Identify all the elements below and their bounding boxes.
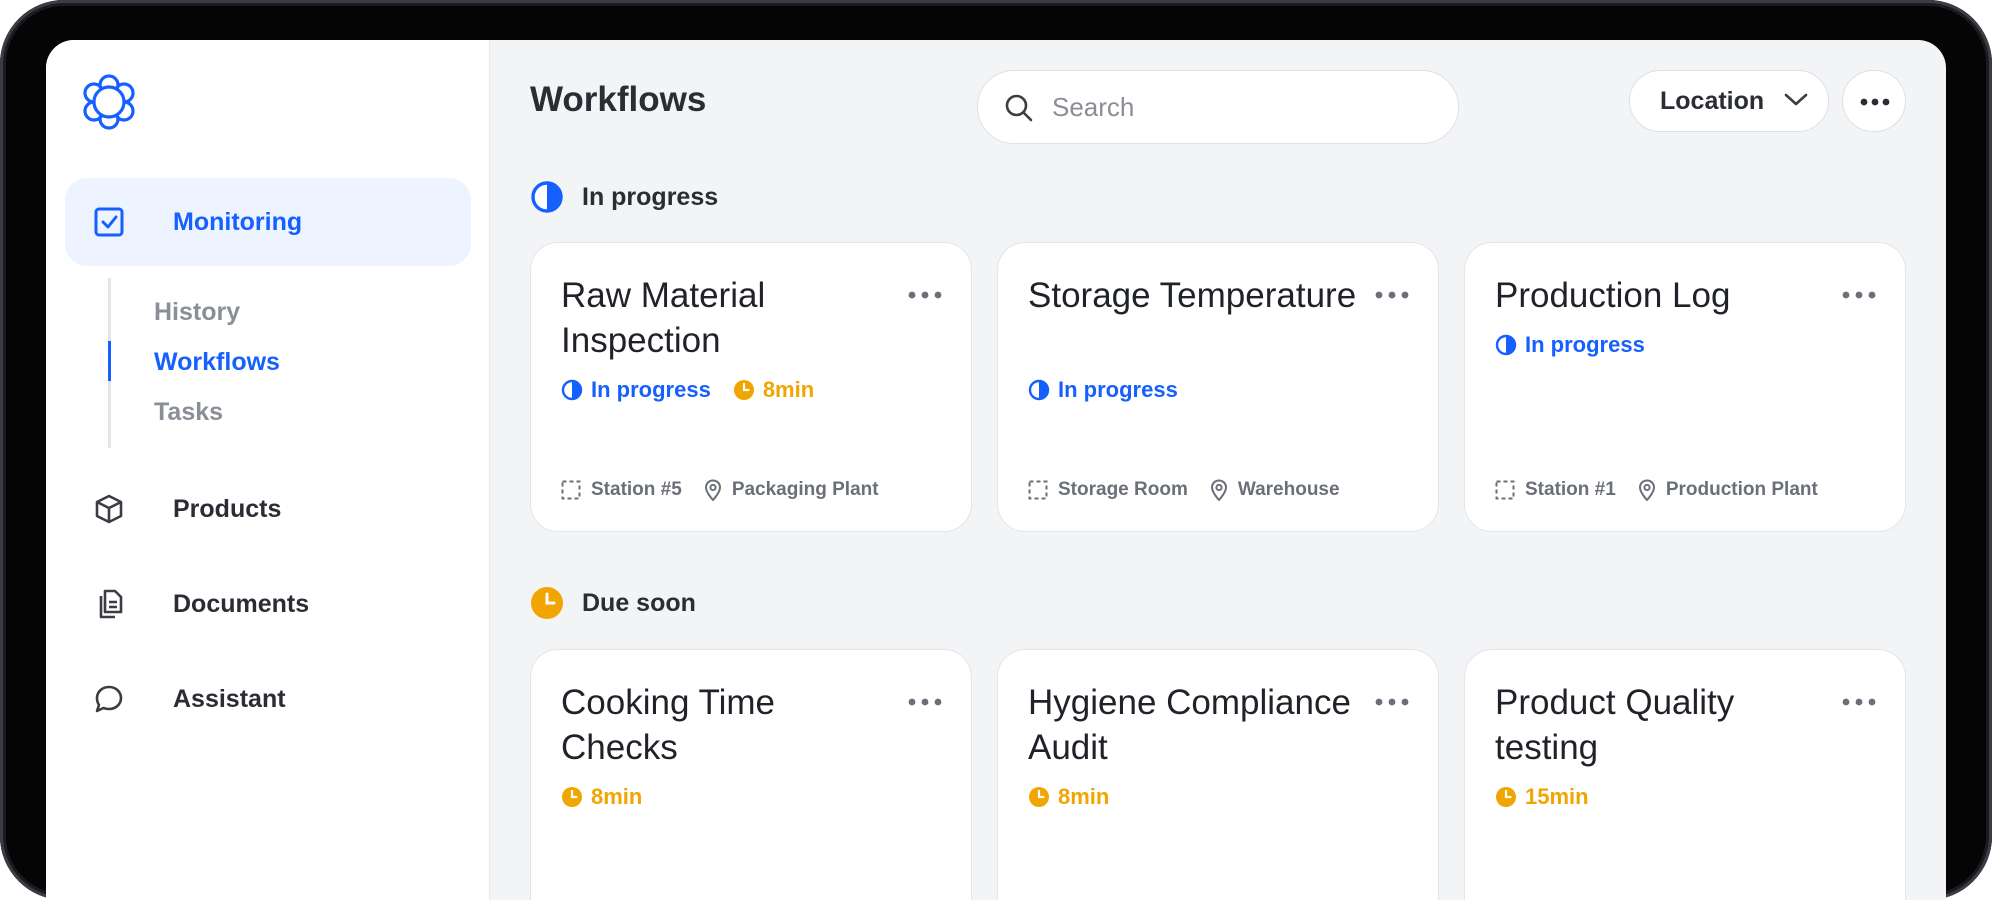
- card-badges: 15min: [1495, 784, 1611, 810]
- map-pin-icon: [1638, 479, 1655, 501]
- card-more-icon[interactable]: [907, 288, 943, 302]
- card-badges: 8min: [561, 784, 664, 810]
- main-content: Workflows Location: [490, 40, 1946, 900]
- location-tag: Packaging Plant: [704, 479, 879, 501]
- cube-icon: [95, 494, 123, 524]
- card-meta: Storage Room Warehouse: [1028, 479, 1362, 501]
- map-pin-icon: [1210, 479, 1227, 501]
- dashed-square-icon: [1495, 480, 1515, 500]
- clock-icon: [1496, 787, 1516, 807]
- status-badge: In progress: [1028, 377, 1178, 403]
- half-circle-progress-icon: [1495, 334, 1517, 356]
- card-title: Hygiene Compliance Audit: [1028, 683, 1351, 767]
- dashed-square-icon: [561, 480, 581, 500]
- search-box[interactable]: [977, 70, 1459, 144]
- card-badges: 8min: [1028, 784, 1131, 810]
- duration-badge: 8min: [561, 784, 642, 810]
- subnav-item-history[interactable]: History: [154, 298, 240, 327]
- card-more-icon[interactable]: [1374, 695, 1410, 709]
- page-title: Workflows: [530, 80, 707, 119]
- subnav-active-indicator: [108, 341, 111, 381]
- card-more-icon[interactable]: [1374, 288, 1410, 302]
- card-more-icon[interactable]: [1841, 288, 1877, 302]
- workflow-card[interactable]: Storage Temperature In progress Storage …: [997, 242, 1439, 532]
- location-tag: Warehouse: [1210, 479, 1340, 501]
- status-badge: In progress: [561, 377, 711, 403]
- sidebar-item-label: Assistant: [173, 684, 286, 713]
- half-circle-progress-icon: [561, 379, 583, 401]
- sidebar-item-label: Products: [173, 494, 282, 523]
- station-tag: Station #1: [1495, 479, 1616, 501]
- card-badges: In progress: [1495, 332, 1667, 358]
- half-circle-progress-icon: [531, 181, 563, 213]
- card-more-icon[interactable]: [1841, 695, 1877, 709]
- status-badge: In progress: [1495, 332, 1645, 358]
- search-icon: [1005, 94, 1033, 122]
- clock-icon: [733, 380, 754, 400]
- card-title: Production Log: [1495, 276, 1731, 315]
- sidebar-item-documents[interactable]: Documents: [65, 574, 471, 634]
- search-input[interactable]: [1052, 85, 1432, 129]
- workflow-card[interactable]: Cooking Time Checks 8min: [530, 649, 972, 900]
- more-options-button[interactable]: [1842, 70, 1906, 132]
- app-logo-icon[interactable]: [80, 73, 138, 131]
- dashed-square-icon: [1028, 480, 1048, 500]
- section-title: In progress: [582, 182, 719, 211]
- duration-badge: 8min: [1028, 784, 1109, 810]
- card-title: Raw Material Inspection: [561, 276, 766, 360]
- card-badges: In progress 8min: [561, 377, 836, 403]
- app-screen: Monitoring History Workflows Tasks Produ…: [46, 40, 1946, 900]
- sidebar-item-label: Documents: [173, 589, 310, 618]
- station-tag: Storage Room: [1028, 479, 1188, 501]
- duration-badge: 15min: [1495, 784, 1589, 810]
- monitoring-subnav: History Workflows Tasks: [108, 278, 448, 448]
- section-in-progress-header: In progress: [530, 180, 718, 214]
- sidebar-item-monitoring[interactable]: Monitoring: [65, 178, 471, 266]
- workflow-card[interactable]: Raw Material Inspection In progress 8min…: [530, 242, 972, 532]
- location-dropdown[interactable]: Location: [1629, 70, 1829, 132]
- subnav-item-workflows[interactable]: Workflows: [154, 348, 280, 377]
- more-horizontal-icon: [1860, 98, 1890, 106]
- station-tag: Station #5: [561, 479, 682, 501]
- section-due-soon-header: Due soon: [530, 586, 696, 620]
- card-meta: Station #5 Packaging Plant: [561, 479, 901, 501]
- workflow-card[interactable]: Hygiene Compliance Audit 8min: [997, 649, 1439, 900]
- sidebar-item-products[interactable]: Products: [65, 479, 471, 539]
- sidebar: Monitoring History Workflows Tasks Produ…: [46, 40, 490, 900]
- location-tag: Production Plant: [1638, 479, 1818, 501]
- location-dropdown-label: Location: [1660, 86, 1765, 115]
- card-title: Storage Temperature: [1028, 276, 1357, 315]
- device-frame: Monitoring History Workflows Tasks Produ…: [0, 0, 1992, 900]
- map-pin-icon: [704, 479, 721, 501]
- card-more-icon[interactable]: [907, 695, 943, 709]
- card-meta: Station #1 Production Plant: [1495, 479, 1840, 501]
- clock-icon: [531, 587, 563, 619]
- clock-icon: [562, 787, 582, 807]
- clock-icon: [1029, 787, 1049, 807]
- chat-bubble-icon: [95, 685, 123, 713]
- subnav-item-tasks[interactable]: Tasks: [154, 398, 223, 427]
- duration-badge: 8min: [733, 377, 814, 403]
- workflow-card[interactable]: Product Quality testing 15min: [1464, 649, 1906, 900]
- chevron-down-icon: [1784, 93, 1808, 106]
- card-title: Product Quality testing: [1495, 683, 1735, 767]
- half-circle-progress-icon: [1028, 379, 1050, 401]
- card-badges: In progress: [1028, 377, 1200, 403]
- check-square-icon: [94, 207, 124, 237]
- section-title: Due soon: [582, 588, 696, 617]
- sidebar-item-label: Monitoring: [173, 207, 303, 236]
- sidebar-item-assistant[interactable]: Assistant: [65, 669, 471, 729]
- card-title: Cooking Time Checks: [561, 683, 775, 767]
- documents-icon: [99, 589, 123, 619]
- workflow-card[interactable]: Production Log In progress Station #1 Pr…: [1464, 242, 1906, 532]
